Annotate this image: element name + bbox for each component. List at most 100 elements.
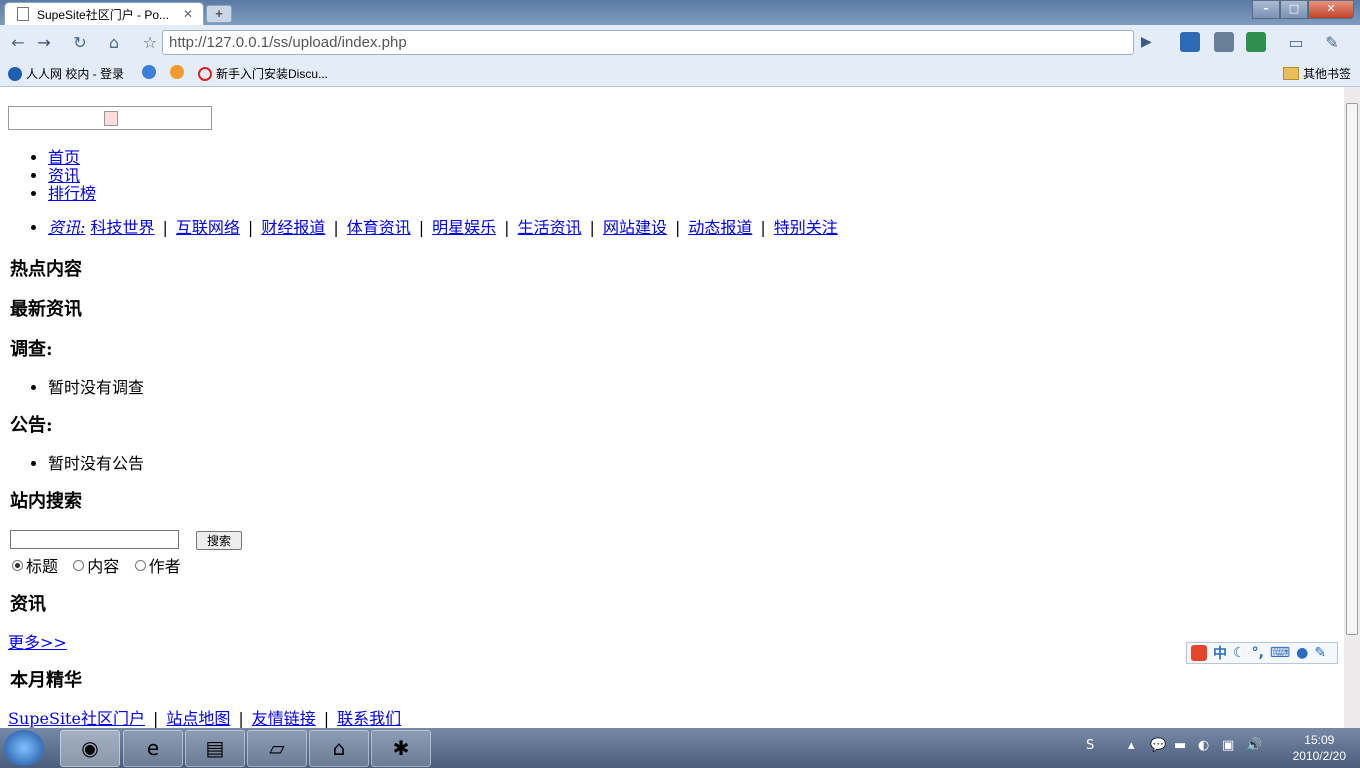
search-form: 搜索	[10, 529, 242, 550]
sub-nav-item[interactable]: 科技世界	[91, 218, 155, 237]
notepad-task-icon[interactable]: ▱	[247, 730, 307, 767]
nav-news[interactable]: 资讯	[48, 166, 80, 185]
renren-icon	[8, 66, 22, 81]
radio-title[interactable]: 标题	[12, 557, 58, 576]
main-nav: 首页 资讯 排行榜	[8, 149, 96, 203]
reload-icon[interactable]: ↻	[68, 31, 92, 55]
nav-ranking[interactable]: 排行榜	[48, 184, 96, 203]
radio-icon	[134, 560, 146, 571]
house-task-icon[interactable]: ⌂	[309, 730, 369, 767]
sub-nav-item[interactable]: 特别关注	[774, 218, 838, 237]
list-item: 暂时没有公告	[48, 450, 144, 474]
browser-tab[interactable]: SupeSite社区门户 - Po... ✕	[4, 2, 204, 25]
taskbar: ◉ e ▤ ▱ ⌂ ✱ S ▴ 💬 ▬ ◐ ▣ 🔊 15:09 2010/2/2…	[0, 728, 1360, 768]
go-icon[interactable]: ▶	[1141, 34, 1152, 50]
sub-nav-item[interactable]: 网站建设	[603, 218, 667, 237]
more-link[interactable]: 更多>>	[8, 629, 67, 653]
forward-icon[interactable]: →	[32, 31, 56, 55]
search-options: 标题 内容 作者	[12, 553, 181, 577]
chat-tray-icon[interactable]: 💬	[1150, 738, 1166, 753]
sub-nav-prefix[interactable]: 资讯:	[48, 218, 85, 237]
close-window-button[interactable]: ✕	[1308, 0, 1354, 19]
home-icon[interactable]: ⌂	[102, 31, 126, 55]
radio-icon	[73, 560, 85, 571]
bookmark-smile[interactable]	[170, 65, 184, 79]
bookmark-discuz[interactable]: 新手入门安装Discu...	[198, 65, 328, 82]
sub-nav-item[interactable]: 明星娱乐	[432, 218, 496, 237]
sub-nav-item[interactable]: 互联网络	[176, 218, 240, 237]
extension-window-icon[interactable]	[1246, 32, 1266, 52]
settings-icon[interactable]: ✎	[1314, 645, 1326, 661]
volume-icon[interactable]: 🔊	[1246, 738, 1262, 753]
ime-toolbar[interactable]: 中 ☾ °, ⌨ ● ✎	[1186, 642, 1338, 664]
footer-links: SupeSite社区门户 | 站点地图 | 友情链接 | 联系我们	[8, 709, 402, 728]
extension-arrow-icon[interactable]	[1214, 32, 1234, 52]
minimize-button[interactable]: –	[1252, 0, 1280, 19]
sub-nav-item[interactable]: 财经报道	[261, 218, 325, 237]
keyboard-icon[interactable]: ⌨	[1270, 645, 1290, 661]
maximize-button[interactable]: □	[1280, 0, 1308, 19]
smile-icon	[170, 65, 184, 79]
sogou-icon	[1191, 645, 1207, 661]
month-heading: 本月精华	[10, 670, 82, 691]
sub-nav-item[interactable]: 体育资讯	[347, 218, 411, 237]
footer-link[interactable]: 友情链接	[252, 709, 316, 728]
search-button[interactable]: 搜索	[196, 531, 242, 550]
search-heading: 站内搜索	[10, 491, 82, 512]
sub-nav-item[interactable]: 动态报道	[688, 218, 752, 237]
hot-heading: 热点内容	[10, 259, 82, 280]
vertical-scrollbar[interactable]	[1344, 87, 1360, 728]
ime-mode[interactable]: 中	[1213, 643, 1227, 663]
news-heading: 资讯	[10, 594, 46, 615]
site-logo	[8, 106, 212, 130]
footer-link[interactable]: 联系我们	[337, 709, 401, 728]
folder-icon	[1283, 67, 1299, 80]
display-tray-icon[interactable]: ▬	[1174, 738, 1186, 753]
app-tray-icon[interactable]: ◐	[1198, 738, 1209, 753]
back-icon[interactable]: ←	[6, 31, 30, 55]
radio-checked-icon	[12, 560, 23, 571]
survey-list: 暂时没有调查	[8, 374, 144, 398]
extension-1000-icon[interactable]	[1180, 32, 1200, 52]
sogou-tray-icon[interactable]: S	[1086, 738, 1094, 753]
star-icon[interactable]: ☆	[138, 31, 162, 55]
bookmark-renren[interactable]: 人人网 校内 - 登录	[8, 65, 124, 82]
search-input[interactable]	[10, 530, 179, 549]
page-menu-icon[interactable]: ▭	[1284, 31, 1308, 55]
radio-author[interactable]: 作者	[134, 557, 181, 576]
ie-task-icon[interactable]: e	[123, 730, 183, 767]
page-content: 首页 资讯 排行榜 资讯: 科技世界|互联网络|财经报道|体育资讯|明星娱乐|生…	[0, 87, 1344, 728]
bookmark-video[interactable]	[142, 65, 156, 79]
broken-image-icon	[104, 111, 118, 126]
clock[interactable]: 15:09 2010/2/20	[1293, 732, 1346, 764]
address-bar[interactable]: http://127.0.0.1/ss/upload/index.php	[162, 30, 1134, 55]
close-tab-icon[interactable]: ✕	[183, 7, 197, 21]
list-item: 暂时没有调查	[48, 374, 144, 398]
punct-icon[interactable]: °,	[1252, 645, 1264, 661]
show-hidden-icon[interactable]: ▴	[1128, 738, 1135, 753]
tab-title: SupeSite社区门户 - Po...	[37, 7, 170, 22]
chrome-task-icon[interactable]: ◉	[60, 730, 120, 767]
title-bar: SupeSite社区门户 - Po... ✕ + – □ ✕	[0, 0, 1360, 25]
wrench-icon[interactable]: ✎	[1320, 31, 1344, 55]
page-icon	[17, 7, 29, 21]
nav-home[interactable]: 首页	[48, 148, 80, 167]
sub-nav: 资讯: 科技世界|互联网络|财经报道|体育资讯|明星娱乐|生活资讯|网站建设|动…	[8, 218, 838, 238]
network-icon[interactable]: ▣	[1222, 738, 1234, 753]
paint-task-icon[interactable]: ✱	[371, 730, 431, 767]
explorer-task-icon[interactable]: ▤	[185, 730, 245, 767]
new-tab-button[interactable]: +	[206, 5, 232, 23]
radio-content[interactable]: 内容	[73, 557, 119, 576]
footer-link[interactable]: SupeSite社区门户	[8, 709, 145, 728]
moon-icon[interactable]: ☾	[1233, 645, 1246, 661]
scroll-thumb[interactable]	[1346, 103, 1358, 635]
sub-nav-item[interactable]: 生活资讯	[518, 218, 582, 237]
notice-list: 暂时没有公告	[8, 450, 144, 474]
survey-heading: 调查:	[10, 339, 53, 360]
start-button[interactable]	[4, 730, 44, 766]
browser-toolbar: ← → ↻ ⌂ ☆ http://127.0.0.1/ss/upload/ind…	[0, 25, 1360, 61]
notice-heading: 公告:	[10, 415, 53, 436]
user-icon[interactable]: ●	[1296, 645, 1308, 661]
other-bookmarks[interactable]: 其他书签	[1283, 65, 1351, 82]
footer-link[interactable]: 站点地图	[166, 709, 230, 728]
